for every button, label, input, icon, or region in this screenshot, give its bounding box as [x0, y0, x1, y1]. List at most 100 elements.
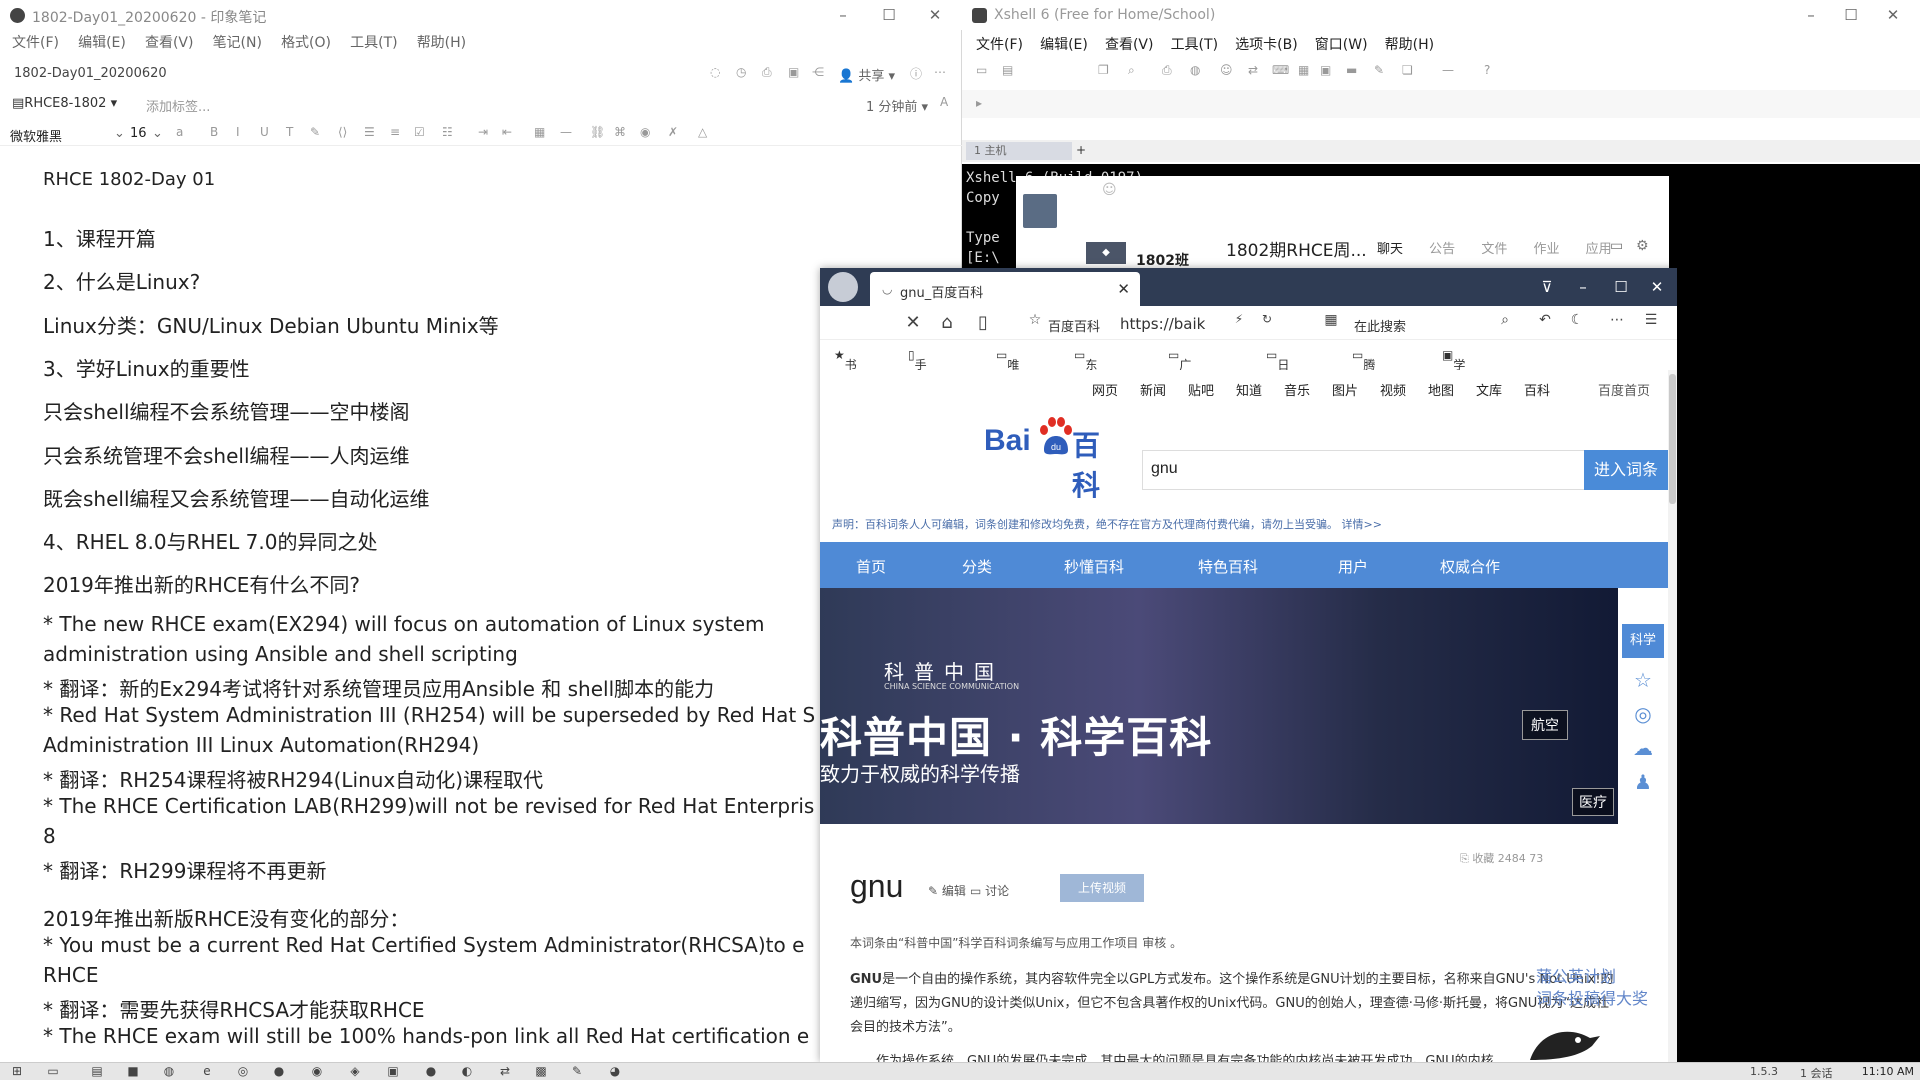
info-icon[interactable]: ⓘ: [910, 65, 926, 81]
app-icon[interactable]: ■: [126, 1064, 140, 1078]
font-size-select[interactable]: 16: [130, 126, 147, 141]
window-icon[interactable]: ❏: [1402, 63, 1418, 79]
banner-hotspot-medical[interactable]: 医疗: [1572, 788, 1614, 816]
group-short-name[interactable]: 1802班: [1136, 250, 1189, 270]
bookmark-item[interactable]: ▣ 学习强国: [1442, 348, 1465, 423]
share-network-icon[interactable]: ⋲: [812, 65, 828, 81]
script-icon[interactable]: ▬: [1346, 63, 1362, 79]
clear-format-icon[interactable]: ✗: [668, 125, 684, 141]
scrollbar-thumb[interactable]: [1669, 374, 1676, 504]
reminder-icon[interactable]: ◷: [736, 65, 752, 81]
topnav-web[interactable]: 网页: [1092, 380, 1118, 399]
globe-icon[interactable]: ◍: [1190, 63, 1206, 79]
browser-tab[interactable]: ◡ gnu_百度百科 ✕: [870, 272, 1140, 306]
settings-icon[interactable]: ⚙: [1636, 238, 1649, 254]
screen-share-icon[interactable]: ▭: [1610, 238, 1623, 254]
qq-tab-apps[interactable]: 应用: [1586, 242, 1612, 257]
xftp-icon[interactable]: ⇄: [1248, 63, 1264, 79]
browser-maximize-icon[interactable]: ☐: [1610, 276, 1632, 298]
page-scrollbar[interactable]: [1668, 370, 1677, 1062]
add-tag-field[interactable]: 添加标签...: [146, 96, 210, 115]
app-icon[interactable]: ◍: [162, 1064, 176, 1078]
baike-logo[interactable]: Bai du 百科: [984, 416, 1124, 502]
xshell-menu-view[interactable]: 查看(V): [1105, 34, 1154, 54]
favorite-star-icon[interactable]: ☆: [1631, 668, 1655, 692]
edit-icon[interactable]: ✎: [1374, 63, 1390, 79]
keyboard-icon[interactable]: ⌨: [1272, 63, 1289, 79]
tools-icon[interactable]: —: [1442, 63, 1458, 79]
windows-start-icon[interactable]: ⊞: [10, 1064, 24, 1078]
bookmark-item[interactable]: ▭ 日常生活: [1266, 348, 1289, 423]
xshell-menu-help[interactable]: 帮助(H): [1385, 34, 1434, 54]
menu-view[interactable]: 查看(V): [145, 32, 194, 52]
table-icon[interactable]: ▦: [534, 125, 550, 141]
user-icon[interactable]: ☺: [1220, 63, 1236, 79]
new-session-icon[interactable]: ▭: [976, 63, 992, 79]
divider-icon[interactable]: —: [560, 125, 576, 141]
qq-app-icon[interactable]: ◕: [608, 1064, 622, 1078]
checklist-icon[interactable]: ☑: [414, 125, 430, 141]
app-icon[interactable]: ⇄: [498, 1064, 512, 1078]
strikethrough-icon[interactable]: T: [286, 125, 302, 141]
app-icon[interactable]: ●: [424, 1064, 438, 1078]
bookmark-item[interactable]: ★ 书签: [834, 348, 857, 389]
record-icon[interactable]: ◉: [640, 125, 656, 141]
topnav-images[interactable]: 图片: [1332, 380, 1358, 399]
more-icon[interactable]: ⋯: [1606, 312, 1628, 334]
menu-icon[interactable]: ☰: [1640, 312, 1662, 334]
bullet-list-icon[interactable]: ☰: [364, 125, 380, 141]
reader-icon[interactable]: ▯: [972, 312, 994, 334]
night-mode-icon[interactable]: ☾: [1566, 312, 1588, 334]
font-family-select[interactable]: 微软雅黑: [10, 126, 62, 145]
sync-icon[interactable]: ◌: [710, 65, 726, 81]
science-banner[interactable]: 科普中国 CHINA SCIENCE COMMUNICATION 科普中国 · …: [820, 588, 1618, 824]
baike-notice[interactable]: 声明：百科词条人人可编辑，词条创建和修改均免费，绝不存在官方及代理商付费代编，请…: [832, 516, 1382, 532]
refresh-icon[interactable]: ↻: [1256, 312, 1278, 334]
menu-format[interactable]: 格式(O): [281, 32, 331, 52]
url-field[interactable]: https://baik: [1120, 315, 1205, 333]
tab-close-icon[interactable]: ✕: [1117, 280, 1130, 298]
qq-icon[interactable]: ♟: [1631, 770, 1655, 794]
menu-note[interactable]: 笔记(N): [213, 32, 262, 52]
xshell-menu-window[interactable]: 窗口(W): [1315, 34, 1368, 54]
search-engine-icon[interactable]: ▦: [1320, 312, 1342, 334]
xshell-address-bar[interactable]: ▸: [962, 90, 1920, 118]
xshell-close-icon[interactable]: ✕: [1880, 4, 1906, 26]
science-button[interactable]: 科学: [1622, 624, 1664, 658]
lightning-icon[interactable]: ⚡: [1228, 312, 1250, 334]
app-icon[interactable]: ◎: [236, 1064, 250, 1078]
add-tab-icon[interactable]: +: [1076, 143, 1092, 159]
underline-icon[interactable]: U: [260, 125, 276, 141]
banner-hotspot-aviation[interactable]: 航空: [1522, 710, 1568, 740]
discuss-button[interactable]: ▭ 讨论: [970, 882, 1009, 899]
topnav-news[interactable]: 新闻: [1140, 380, 1166, 399]
explorer-icon[interactable]: ▤: [90, 1064, 104, 1078]
promo-badge[interactable]: 蒲公英计划 词条投稿得大奖: [1536, 966, 1648, 1010]
topnav-zhidao[interactable]: 知道: [1236, 380, 1262, 399]
browser-minimize-icon[interactable]: –: [1572, 276, 1594, 298]
xshell-menu-edit[interactable]: 编辑(E): [1040, 34, 1088, 54]
topnav-tieba[interactable]: 贴吧: [1188, 380, 1214, 399]
copy-icon[interactable]: ❐: [1098, 63, 1114, 79]
topnav-music[interactable]: 音乐: [1284, 380, 1310, 399]
print-icon[interactable]: ⎙: [1162, 63, 1178, 79]
entry-stats[interactable]: 收藏 2484 73: [1472, 852, 1543, 865]
font-family-dropdown-icon[interactable]: ⌄: [114, 126, 125, 141]
app-icon[interactable]: ◉: [310, 1064, 324, 1078]
share-button[interactable]: 👤 共享 ▾: [838, 65, 895, 84]
italic-icon[interactable]: I: [236, 125, 252, 141]
wechat-icon[interactable]: ☁: [1631, 736, 1655, 760]
taskbar-clock[interactable]: 11:10 AM: [1862, 1065, 1914, 1078]
text-color-icon[interactable]: a: [176, 125, 192, 141]
menu-edit[interactable]: 编辑(E): [78, 32, 126, 52]
qq-smile-icon[interactable]: ☺: [1102, 182, 1117, 198]
code-icon[interactable]: ⟨⟩: [338, 125, 354, 141]
browser-close-icon[interactable]: ✕: [1646, 276, 1668, 298]
qq-tab-notice[interactable]: 公告: [1429, 242, 1455, 257]
edit-button[interactable]: ✎ 编辑: [928, 882, 966, 899]
app-icon[interactable]: ▣: [386, 1064, 400, 1078]
stop-icon[interactable]: ✕: [902, 312, 924, 334]
undo-icon[interactable]: ↶: [1534, 312, 1556, 334]
upload-video-button[interactable]: 上传视频: [1060, 874, 1144, 902]
mainnav-user[interactable]: 用户: [1338, 556, 1368, 577]
